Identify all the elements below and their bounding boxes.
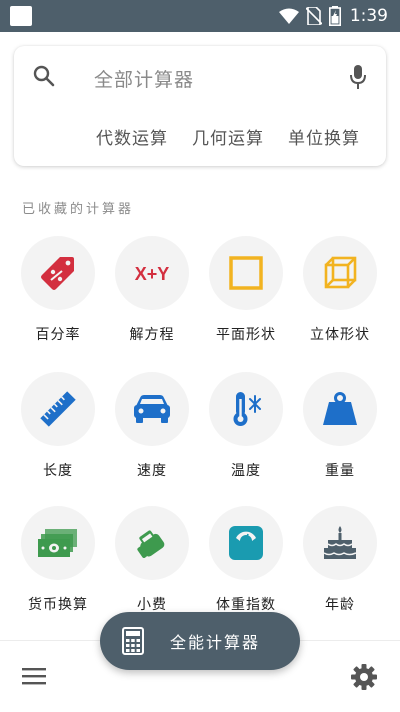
tip-hand-icon <box>137 530 165 558</box>
notification-icon <box>10 6 32 26</box>
tile-currency[interactable]: 货币换算 <box>10 506 106 614</box>
cube-icon <box>324 256 357 289</box>
birthday-cake-icon <box>323 526 357 559</box>
category-chips: 代数运算 几何运算 单位换算 <box>96 124 384 149</box>
weight-icon <box>323 392 357 425</box>
thermometer-icon <box>233 392 261 426</box>
tile-speed[interactable]: 速度 <box>104 372 200 480</box>
battery-icon <box>328 6 341 26</box>
tile-label: 速度 <box>137 463 167 479</box>
tile-label: 货币换算 <box>28 597 88 613</box>
tile-label: 温度 <box>231 463 261 479</box>
search-card: 全部计算器 代数运算 几何运算 单位换算 <box>14 46 386 166</box>
chip-geometry[interactable]: 几何运算 <box>192 129 264 149</box>
tile-solid-shapes[interactable]: 立体形状 <box>292 236 388 344</box>
tile-plane-shapes[interactable]: 平面形状 <box>198 236 294 344</box>
mic-icon[interactable] <box>348 64 368 90</box>
tile-label: 百分率 <box>35 327 81 343</box>
tile-label: 长度 <box>43 463 73 479</box>
tile-label: 解方程 <box>129 327 175 343</box>
wifi-icon <box>278 8 299 24</box>
clock: 1:39 <box>349 6 388 26</box>
calculator-icon <box>122 627 144 655</box>
tile-length[interactable]: 长度 <box>10 372 106 480</box>
tile-age[interactable]: 年龄 <box>292 506 388 614</box>
search-input[interactable]: 全部计算器 <box>94 65 194 92</box>
equation-xy-icon: X+Y <box>135 264 170 284</box>
square-shape-icon <box>229 256 263 290</box>
banknote-icon <box>38 529 77 557</box>
tile-tip[interactable]: 小费 <box>104 506 200 614</box>
tile-label: 小费 <box>137 597 167 613</box>
section-title: 已收藏的计算器 <box>22 202 135 217</box>
no-sim-icon <box>305 7 322 25</box>
scale-icon <box>229 526 263 560</box>
percent-tag-icon <box>41 257 74 290</box>
fab-label: 全能计算器 <box>170 633 261 652</box>
tile-weight[interactable]: 重量 <box>292 372 388 480</box>
search-icon[interactable] <box>32 64 56 88</box>
tile-label: 重量 <box>325 463 355 479</box>
tile-label: 平面形状 <box>216 327 276 343</box>
gear-icon[interactable] <box>350 663 378 691</box>
ruler-icon <box>40 391 76 427</box>
tile-label: 立体形状 <box>310 327 370 343</box>
status-bar: 1:39 <box>0 0 400 32</box>
tile-label: 年龄 <box>325 597 355 613</box>
car-icon <box>134 395 170 423</box>
tile-temperature[interactable]: 温度 <box>198 372 294 480</box>
menu-icon[interactable] <box>22 667 46 685</box>
tile-percentage[interactable]: 百分率 <box>10 236 106 344</box>
tile-solve-equation[interactable]: X+Y 解方程 <box>104 236 200 344</box>
chip-unit-conversion[interactable]: 单位换算 <box>288 129 360 149</box>
tile-bmi[interactable]: 体重指数 <box>198 506 294 614</box>
svg-text:X+Y: X+Y <box>135 264 170 284</box>
all-in-one-calculator-button[interactable]: 全能计算器 <box>100 612 300 670</box>
tile-label: 体重指数 <box>216 597 276 613</box>
chip-algebra[interactable]: 代数运算 <box>96 129 168 149</box>
